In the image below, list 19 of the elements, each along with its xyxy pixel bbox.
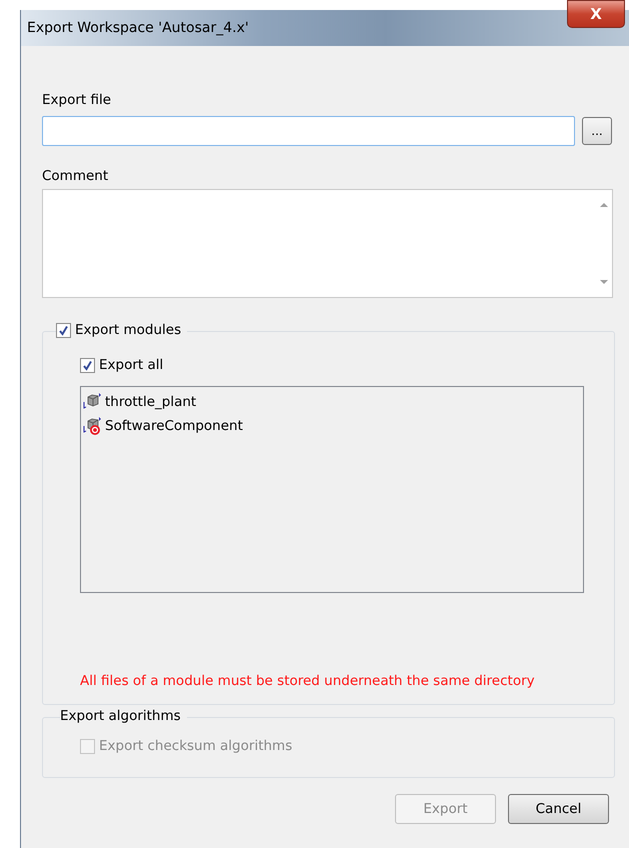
export-file-field[interactable] [42,116,575,146]
checkbox-label: Export checksum algorithms [99,738,292,754]
export-file-label: Export file [42,92,112,108]
module-name[interactable]: throttle_plant [105,394,196,410]
comment-label: Comment [42,168,110,184]
close-button[interactable]: X [567,0,625,28]
checkbox-label: Export all [99,357,164,373]
checkbox[interactable] [56,322,71,338]
window-title: Export Workspace 'Autosar_4.x' [27,20,249,36]
comment-field[interactable] [42,189,613,298]
cancel-button[interactable]: Cancel [508,794,609,824]
group-label: Export algorithms [60,708,181,724]
scroll-up-icon [600,202,608,208]
warning-message: All files of a module must be stored underneath the same directory [80,673,536,689]
browse-button[interactable]: ... [582,117,612,145]
checkbox-label: Export modules [75,322,182,338]
module-name[interactable]: SoftwareComponent [105,418,243,434]
scroll-down-icon [600,279,608,285]
checkbox[interactable] [80,358,95,372]
